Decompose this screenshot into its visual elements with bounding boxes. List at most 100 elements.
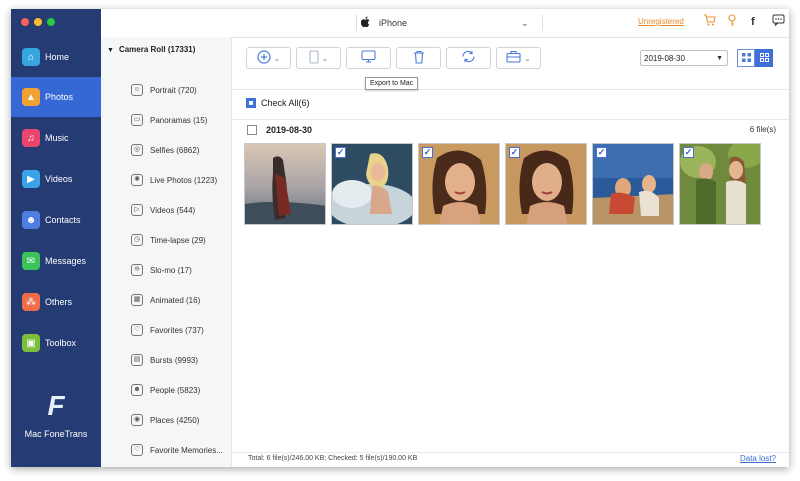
nav-item-toolbox[interactable]: ▣ Toolbox xyxy=(11,323,101,363)
grid-view-small-button[interactable] xyxy=(737,49,755,67)
triangle-down-icon: ▼ xyxy=(107,47,114,54)
sidebar-item[interactable]: ▤ Bursts (9993) xyxy=(131,352,198,368)
sidebar-item-label: Videos (544) xyxy=(150,205,196,215)
places-icon: ◉ xyxy=(131,414,143,426)
date-group-header: 2019-08-30 6 file(s) xyxy=(231,119,789,140)
sidebar-item[interactable]: ❊ Slo-mo (17) xyxy=(131,262,192,278)
photo-thumbnail[interactable]: ✓ xyxy=(592,143,674,225)
facebook-icon[interactable]: f xyxy=(751,16,755,28)
computer-icon xyxy=(361,50,376,66)
brand: F Mac FoneTrans xyxy=(11,391,101,440)
photo-category-sidebar: ▼ Camera Roll (17331) ☺ Portrait (720) ▭ Pan… xyxy=(101,37,232,467)
zoom-window-button[interactable] xyxy=(47,18,55,26)
camera-roll-header[interactable]: ▼ Camera Roll (17331) xyxy=(107,45,195,54)
cart-icon[interactable] xyxy=(703,14,716,29)
window-controls xyxy=(21,18,55,26)
nav-item-label: Toolbox xyxy=(45,338,77,348)
photo-checkbox[interactable]: ✓ xyxy=(422,147,433,158)
toolbox-icon: ▣ xyxy=(22,334,40,352)
people-icon: ☻ xyxy=(131,384,143,396)
minimize-window-button[interactable] xyxy=(34,18,42,26)
data-lost-link[interactable]: Data lost? xyxy=(740,454,776,463)
nav-item-music[interactable]: ♫ Music xyxy=(11,118,101,158)
sidebar-item[interactable]: ▷ Videos (544) xyxy=(131,202,195,218)
photos-icon: ▲ xyxy=(22,88,40,106)
refresh-button[interactable] xyxy=(446,47,491,69)
sidebar-item[interactable]: ☻ People (5823) xyxy=(131,382,200,398)
photo-checkbox[interactable]: ✓ xyxy=(509,147,520,158)
nav-item-label: Contacts xyxy=(45,215,81,225)
refresh-icon xyxy=(461,50,476,66)
nav-item-messages[interactable]: ✉ Messages xyxy=(11,241,101,281)
nav-item-label: Home xyxy=(45,52,70,62)
portrait-icon: ☺ xyxy=(131,84,143,96)
nav-item-others[interactable]: ⁂ Others xyxy=(11,282,101,322)
video-icon: ▷ xyxy=(131,204,143,216)
key-icon[interactable] xyxy=(727,14,737,30)
sidebar-item[interactable]: ◷ Time-lapse (29) xyxy=(131,232,206,248)
app-window: ⌂ Home ▲ Photos ♫ Music ▶ Videos ☻ Contacts ✉ Messa… xyxy=(11,9,789,467)
date-filter-value: 2019-08-30 xyxy=(644,53,685,63)
sidebar-item-label: Bursts (9993) xyxy=(150,355,199,365)
photo-checkbox[interactable]: ✓ xyxy=(683,147,694,158)
time-lapse-icon: ◷ xyxy=(131,234,143,246)
nav-item-label: Photos xyxy=(45,92,74,102)
animated-icon: ▦ xyxy=(131,294,143,306)
export-to-mac-button[interactable] xyxy=(346,47,391,69)
sidebar-item[interactable]: ◎ Selfies (6862) xyxy=(131,142,199,158)
sidebar-item-label: Slo-mo (17) xyxy=(150,265,192,275)
bursts-icon: ▤ xyxy=(131,354,143,366)
dropdown-arrow-icon: ▼ xyxy=(716,54,723,62)
sidebar-item[interactable]: ✺ Live Photos (1223) xyxy=(131,172,217,188)
toolbox-button[interactable]: ⌄ xyxy=(496,47,541,69)
sidebar-item-label: Favorite Memories... xyxy=(150,445,223,455)
delete-button[interactable] xyxy=(396,47,441,69)
nav-item-videos[interactable]: ▶ Videos xyxy=(11,159,101,199)
check-all-row[interactable]: Check All(6) xyxy=(246,98,310,108)
photo-thumbnail[interactable]: ✓ xyxy=(679,143,761,225)
unregistered-link[interactable]: Unregistered xyxy=(638,17,684,26)
nav-item-contacts[interactable]: ☻ Contacts xyxy=(11,200,101,240)
add-button[interactable]: ⌄ xyxy=(246,47,291,69)
music-icon: ♫ xyxy=(22,129,40,147)
heart-icon: ♡ xyxy=(131,444,143,456)
apple-icon xyxy=(360,16,371,31)
panorama-icon: ▭ xyxy=(131,114,143,126)
sidebar-item[interactable]: ▭ Panoramas (15) xyxy=(131,112,207,128)
nav-item-home[interactable]: ⌂ Home xyxy=(11,37,101,77)
brand-name: Mac FoneTrans xyxy=(24,429,88,439)
photo-thumbnail[interactable]: ✓ xyxy=(418,143,500,225)
main-content: ⌄ ⌄ ⌄ Export to Mac 2019-08-30 ▼ Check A… xyxy=(231,37,789,467)
sidebar-item-label: Time-lapse (29) xyxy=(150,235,206,245)
check-all-checkbox[interactable] xyxy=(246,98,256,108)
trash-icon xyxy=(413,50,425,67)
photo-thumbnail[interactable] xyxy=(244,143,326,225)
nav-item-photos[interactable]: ▲ Photos xyxy=(11,77,101,117)
sidebar-item-label: Portrait (720) xyxy=(150,85,197,95)
device-selector[interactable]: iPhone ⌄ xyxy=(360,9,529,37)
close-window-button[interactable] xyxy=(21,18,29,26)
sidebar-item[interactable]: ◉ Places (4250) xyxy=(131,412,199,428)
sidebar-item[interactable]: ♡ Favorites (737) xyxy=(131,322,204,338)
date-group-checkbox[interactable] xyxy=(247,125,257,135)
messages-icon: ✉ xyxy=(22,252,40,270)
sidebar-item[interactable]: ▦ Animated (16) xyxy=(131,292,200,308)
date-filter-select[interactable]: 2019-08-30 ▼ xyxy=(640,50,728,66)
photo-thumbnail[interactable]: ✓ xyxy=(331,143,413,225)
export-to-device-button[interactable]: ⌄ xyxy=(296,47,341,69)
photo-checkbox[interactable]: ✓ xyxy=(335,147,346,158)
grid-view-large-button[interactable] xyxy=(755,49,773,67)
photo-thumbnail[interactable]: ✓ xyxy=(505,143,587,225)
small-grid-icon xyxy=(741,52,751,64)
nav-item-label: Videos xyxy=(45,174,73,184)
sidebar-item-label: Places (4250) xyxy=(150,415,200,425)
sidebar-item-label: Panoramas (15) xyxy=(150,115,208,125)
large-grid-icon xyxy=(759,52,769,64)
sidebar-item[interactable]: ☺ Portrait (720) xyxy=(131,82,197,98)
date-group-count: 6 file(s) xyxy=(749,125,776,134)
left-nav: ⌂ Home ▲ Photos ♫ Music ▶ Videos ☻ Contacts ✉ Messa… xyxy=(11,9,101,467)
feedback-icon[interactable] xyxy=(772,14,785,29)
sidebar-item[interactable]: ♡ Favorite Memories... xyxy=(131,442,223,458)
toolbar: ⌄ ⌄ ⌄ Export to Mac 2019-08-30 ▼ xyxy=(231,37,789,90)
photo-checkbox[interactable]: ✓ xyxy=(596,147,607,158)
